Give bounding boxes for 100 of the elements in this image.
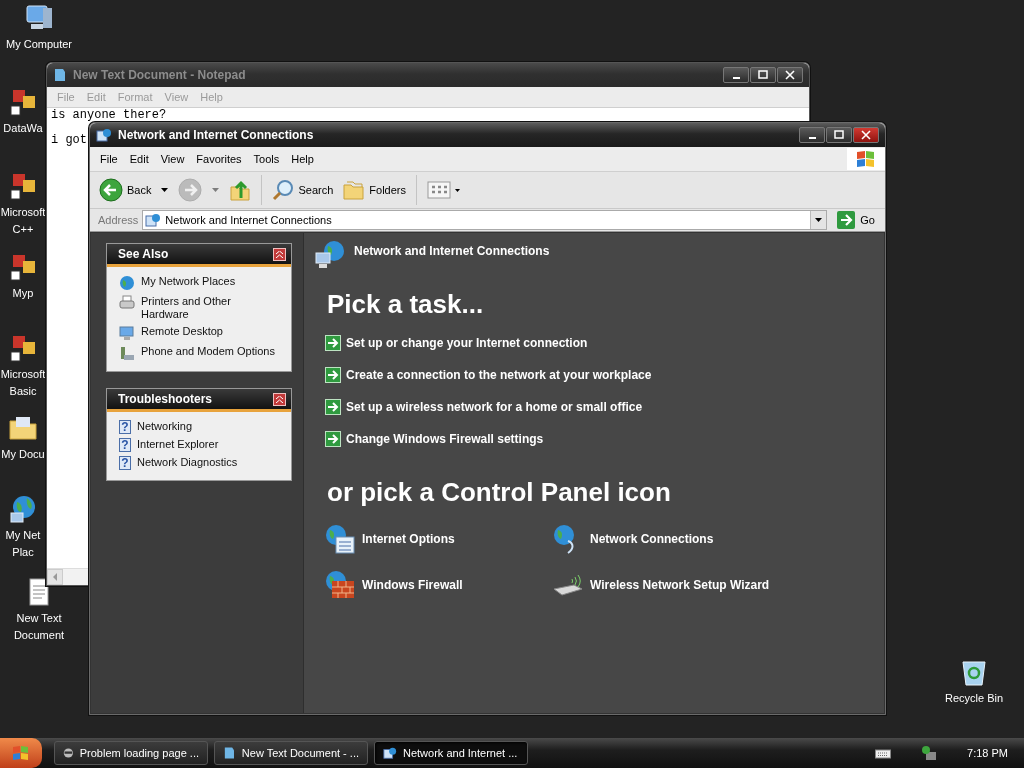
clock: 7:18 PM bbox=[967, 747, 1008, 759]
collapse-button[interactable] bbox=[273, 392, 286, 406]
left-arrow-icon bbox=[52, 573, 58, 581]
desktop-icon-label[interactable]: Recycle Bin bbox=[944, 692, 1004, 705]
task-link[interactable]: Create a connection to the network at your workplace bbox=[325, 367, 884, 383]
start-button[interactable] bbox=[0, 738, 42, 768]
notepad-icon bbox=[223, 746, 236, 760]
maximize-button[interactable] bbox=[826, 127, 852, 143]
network-status-icon[interactable] bbox=[921, 745, 938, 761]
menu-item[interactable]: Edit bbox=[123, 153, 155, 165]
control-panel-link[interactable]: Wireless Network Setup Wizard bbox=[552, 569, 792, 601]
taskbar-button[interactable]: Network and Internet ... bbox=[374, 741, 528, 765]
minimize-icon bbox=[732, 77, 740, 79]
notepad-icon bbox=[53, 68, 67, 82]
desktop-icon-label[interactable]: My Computer bbox=[6, 38, 72, 51]
arrow-icon bbox=[837, 211, 856, 229]
menu-item[interactable]: View bbox=[154, 153, 191, 165]
close-icon bbox=[861, 130, 871, 140]
desktop-icon-label[interactable]: Microsoft bbox=[0, 206, 46, 219]
views-icon bbox=[427, 180, 451, 200]
maximize-icon bbox=[834, 130, 844, 140]
monitor-icon bbox=[119, 325, 135, 341]
desktop-icon-label[interactable]: Document bbox=[13, 629, 65, 642]
panel-link[interactable]: Network Diagnostics bbox=[137, 456, 238, 469]
text-line: i got bbox=[51, 134, 87, 146]
go-button[interactable]: Go bbox=[831, 211, 881, 229]
control-panel-link[interactable]: Network Connections bbox=[552, 523, 792, 555]
folder-up-icon bbox=[229, 178, 252, 202]
panel-link[interactable]: My Network Places bbox=[141, 275, 236, 288]
menu-item[interactable]: Favorites bbox=[190, 153, 248, 165]
panel-title: See Also bbox=[118, 247, 169, 261]
window-title: Network and Internet Connections bbox=[118, 128, 315, 142]
arrow-icon bbox=[325, 399, 341, 415]
network-folder-icon bbox=[145, 212, 162, 228]
section-heading: or pick a Control Panel icon bbox=[327, 477, 672, 507]
desktop-icon-label[interactable]: Plac bbox=[12, 546, 34, 559]
arrow-icon bbox=[325, 431, 341, 447]
search-button[interactable]: Search bbox=[269, 177, 337, 203]
panel-link[interactable]: Networking bbox=[137, 420, 193, 433]
control-panel-link[interactable]: Internet Options bbox=[324, 523, 552, 555]
menu-item[interactable]: File bbox=[94, 153, 124, 165]
windows-flag-icon bbox=[847, 148, 885, 170]
network-folder-icon bbox=[96, 127, 112, 143]
printer-icon bbox=[119, 295, 135, 311]
task-link[interactable]: Set up a wireless network for a home or small office bbox=[325, 399, 884, 415]
taskbar-button[interactable]: Problem loading page ... bbox=[54, 741, 208, 765]
caret-icon bbox=[212, 188, 220, 192]
double-chevron-icon bbox=[276, 250, 283, 258]
maximize-icon bbox=[758, 70, 768, 80]
desktop-icon-label[interactable]: Basic bbox=[9, 385, 37, 398]
menu-item[interactable]: Help bbox=[285, 153, 320, 165]
globe-checklist-icon bbox=[324, 523, 356, 555]
panel-link[interactable]: Phone and Modem Options bbox=[141, 345, 275, 358]
panel-link[interactable]: Remote Desktop bbox=[141, 325, 223, 338]
arrow-icon bbox=[325, 367, 341, 383]
caret-icon bbox=[455, 188, 460, 192]
search-icon bbox=[272, 179, 295, 201]
folders-button[interactable]: Folders bbox=[340, 178, 409, 202]
maximize-button[interactable] bbox=[750, 67, 776, 83]
desktop-icon-label[interactable]: C++ bbox=[12, 223, 34, 236]
close-icon bbox=[785, 70, 795, 80]
views-button[interactable] bbox=[424, 178, 463, 202]
network-folder-icon bbox=[383, 746, 397, 760]
address-field[interactable]: Network and Internet Connections bbox=[142, 210, 828, 230]
caret-icon bbox=[815, 218, 823, 222]
menu-item[interactable]: Tools bbox=[247, 153, 286, 165]
help-icon: ? bbox=[119, 420, 131, 434]
back-button[interactable]: Back bbox=[96, 176, 172, 204]
double-chevron-icon bbox=[276, 395, 283, 403]
close-button[interactable] bbox=[777, 67, 803, 83]
control-panel-link[interactable]: Windows Firewall bbox=[324, 569, 552, 601]
task-link[interactable]: Change Windows Firewall settings bbox=[325, 431, 884, 447]
desktop-icon-label[interactable]: DataWa bbox=[3, 122, 43, 135]
desktop-icon-label[interactable]: Myp bbox=[12, 287, 34, 300]
desktop-icon-label[interactable]: New Text bbox=[16, 612, 62, 625]
page-title: Network and Internet Connections bbox=[354, 244, 550, 258]
desktop-icon-label[interactable]: Microsoft bbox=[0, 368, 46, 381]
taskbar-button[interactable]: New Text Document - ... bbox=[214, 741, 368, 765]
text-line: is anyone there? bbox=[51, 109, 167, 121]
help-icon: ? bbox=[119, 456, 131, 470]
arrow-icon bbox=[325, 335, 341, 351]
close-button[interactable] bbox=[853, 127, 879, 143]
help-icon: ? bbox=[119, 438, 131, 452]
brick-wall-icon bbox=[324, 569, 356, 601]
dropdown-button[interactable] bbox=[810, 211, 827, 229]
keyboard-icon[interactable] bbox=[875, 747, 892, 759]
caret-icon bbox=[161, 188, 169, 192]
desktop-icon-label[interactable]: My Net bbox=[5, 529, 41, 542]
windows-flag-icon bbox=[11, 744, 31, 762]
address-label: Address bbox=[98, 214, 139, 226]
panel-link[interactable]: Printers and Other Hardware bbox=[141, 295, 277, 321]
panel-link[interactable]: Internet Explorer bbox=[137, 438, 219, 451]
minimize-button[interactable] bbox=[799, 127, 825, 143]
task-link[interactable]: Set up or change your Internet connection bbox=[325, 335, 884, 351]
minimize-button[interactable] bbox=[723, 67, 749, 83]
folders-icon bbox=[343, 180, 366, 200]
section-heading: Pick a task... bbox=[327, 289, 485, 319]
desktop-icon-label[interactable]: My Docu bbox=[1, 448, 45, 461]
minimize-icon bbox=[808, 137, 816, 139]
collapse-button[interactable] bbox=[273, 247, 286, 261]
